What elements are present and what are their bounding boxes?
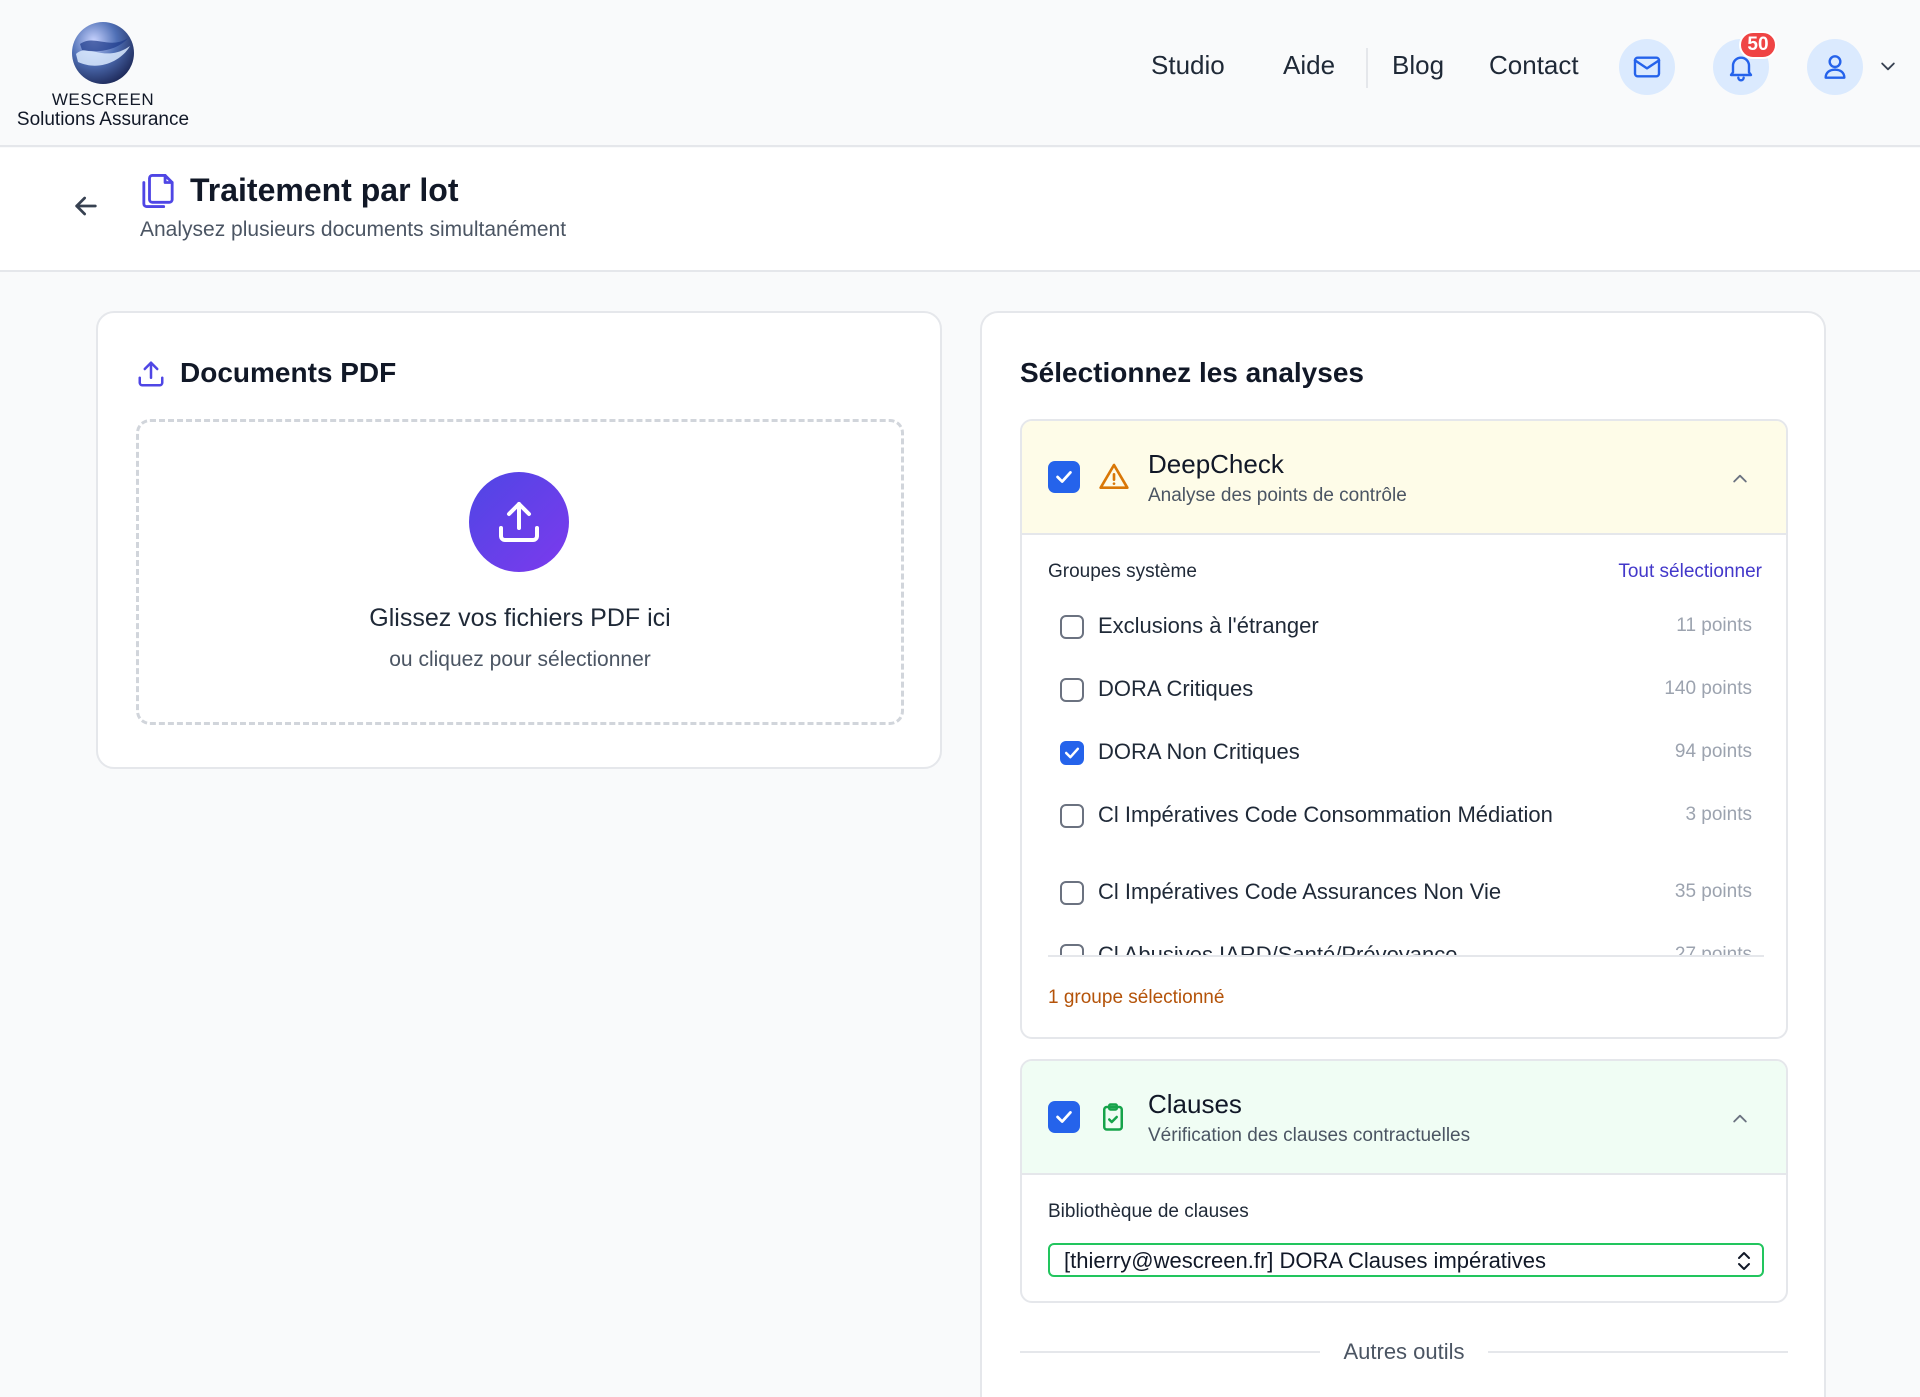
clauses-checkbox[interactable] [1048, 1101, 1080, 1133]
top-navigation-bar: WESCREEN Solutions Assurance Studio Aide… [0, 0, 1920, 147]
upload-tray-icon [499, 502, 539, 542]
chevron-up-icon[interactable] [1730, 1109, 1750, 1129]
back-arrow-icon[interactable] [70, 190, 102, 222]
user-icon [1824, 55, 1846, 79]
select-all-link[interactable]: Tout sélectionner [1618, 561, 1762, 583]
clauses-title: Clauses [1148, 1089, 1242, 1119]
logo[interactable]: WESCREEN Solutions Assurance [8, 20, 198, 131]
upload-circle [469, 472, 569, 572]
analyses-title: Sélectionnez les analyses [1020, 357, 1364, 388]
group-count: 11 points [1676, 615, 1752, 636]
selected-groups-summary: 1 groupe sélectionné [1048, 987, 1225, 1008]
nav-contact[interactable]: Contact [1489, 50, 1579, 81]
page-subtitle: Analysez plusieurs documents simultanéme… [140, 218, 567, 241]
other-tools-divider: Autres outils [1020, 1335, 1788, 1369]
dropzone-main-text: Glissez vos fichiers PDF ici [369, 604, 671, 632]
group-count: 27 points [1674, 944, 1752, 955]
deepcheck-title: DeepCheck [1148, 449, 1284, 479]
group-label: Exclusions à l'étranger [1098, 613, 1319, 638]
nav-blog[interactable]: Blog [1392, 50, 1444, 81]
messages-button[interactable] [1619, 39, 1675, 95]
mail-icon [1633, 56, 1661, 78]
chevron-up-icon[interactable] [1730, 469, 1750, 489]
group-count: 35 points [1674, 881, 1752, 902]
analyses-card: Sélectionnez les analyses DeepCheck Anal… [980, 311, 1826, 1397]
group-row[interactable]: DORA Critiques 140 points [1048, 670, 1752, 710]
clauses-subtitle: Vérification des clauses contractuelles [1148, 1125, 1471, 1146]
deepcheck-checkbox[interactable] [1048, 461, 1080, 493]
clause-library-select[interactable]: [thierry@wescreen.fr] DORA Clauses impér… [1048, 1243, 1764, 1277]
clauses-panel: Clauses Vérification des clauses contrac… [1020, 1059, 1788, 1303]
group-row[interactable]: Exclusions à l'étranger 11 points [1048, 607, 1752, 647]
deepcheck-panel: DeepCheck Analyse des points de contrôle… [1020, 419, 1788, 1039]
clauses-header[interactable]: Clauses Vérification des clauses contrac… [1022, 1061, 1786, 1175]
nav-separator [1366, 48, 1368, 88]
page-title: Traitement par lot [190, 172, 459, 208]
group-label: Cl Impératives Code Consommation Médiati… [1098, 802, 1553, 827]
check-icon [1056, 471, 1072, 483]
group-row[interactable]: Cl Abusives IARD/Santé/Prévoyance 27 poi… [1048, 936, 1752, 955]
group-row[interactable]: Cl Impératives Code Assurances Non Vie 3… [1048, 873, 1752, 913]
deepcheck-subtitle: Analyse des points de contrôle [1148, 485, 1407, 506]
library-label: Bibliothèque de clauses [1048, 1201, 1249, 1222]
group-count: 140 points [1664, 678, 1752, 699]
group-checkbox[interactable] [1060, 615, 1084, 639]
chevron-down-icon[interactable] [1878, 56, 1898, 76]
groups-list: Exclusions à l'étranger 11 points DORA C… [1048, 607, 1764, 845]
documents-card: Documents PDF Glissez vos fichiers PDF i… [96, 311, 942, 769]
group-label: Cl Impératives Code Assurances Non Vie [1098, 879, 1502, 904]
nav-aide[interactable]: Aide [1283, 50, 1335, 81]
group-label: DORA Non Critiques [1098, 739, 1300, 764]
upload-icon [138, 361, 164, 387]
check-icon [1056, 1111, 1072, 1123]
logo-tagline: Solutions Assurance [16, 109, 190, 130]
nav-studio[interactable]: Studio [1151, 50, 1225, 81]
select-arrows-icon [1738, 1252, 1750, 1270]
group-checkbox[interactable] [1060, 944, 1084, 955]
clause-library-value: [thierry@wescreen.fr] DORA Clauses impér… [1064, 1248, 1547, 1273]
group-checkbox[interactable] [1060, 804, 1084, 828]
group-label: DORA Critiques [1098, 676, 1254, 701]
check-icon [1064, 747, 1080, 759]
other-tools-label: Autres outils [1343, 1339, 1465, 1364]
group-checkbox[interactable] [1060, 881, 1084, 905]
dropzone-sub-text: ou cliquez pour sélectionner [389, 648, 651, 671]
notification-count-badge: 50 [1739, 31, 1777, 59]
documents-title: Documents PDF [180, 357, 397, 388]
list-divider [1048, 955, 1764, 957]
wescreen-logo-icon [72, 22, 134, 84]
group-checkbox[interactable] [1060, 678, 1084, 702]
groups-label: Groupes système [1048, 561, 1197, 582]
warning-icon [1099, 463, 1129, 489]
user-menu-button[interactable] [1807, 39, 1863, 95]
logo-name: WESCREEN [51, 90, 155, 109]
group-row[interactable]: DORA Non Critiques 94 points [1048, 733, 1752, 773]
group-row[interactable]: Cl Impératives Code Consommation Médiati… [1048, 796, 1752, 836]
copy-documents-icon [142, 174, 174, 208]
deepcheck-header[interactable]: DeepCheck Analyse des points de contrôle [1022, 421, 1786, 535]
clipboard-check-icon [1103, 1103, 1123, 1131]
group-label: Cl Abusives IARD/Santé/Prévoyance [1098, 942, 1458, 955]
groups-list-overflow: Cl Impératives Code Assurances Non Vie 3… [1048, 845, 1764, 955]
page-header: Traitement par lot Analysez plusieurs do… [0, 148, 1920, 272]
group-count: 94 points [1674, 741, 1752, 762]
group-count: 3 points [1685, 804, 1752, 825]
group-checkbox[interactable] [1060, 741, 1084, 765]
pdf-dropzone[interactable]: Glissez vos fichiers PDF ici ou cliquez … [136, 419, 904, 725]
